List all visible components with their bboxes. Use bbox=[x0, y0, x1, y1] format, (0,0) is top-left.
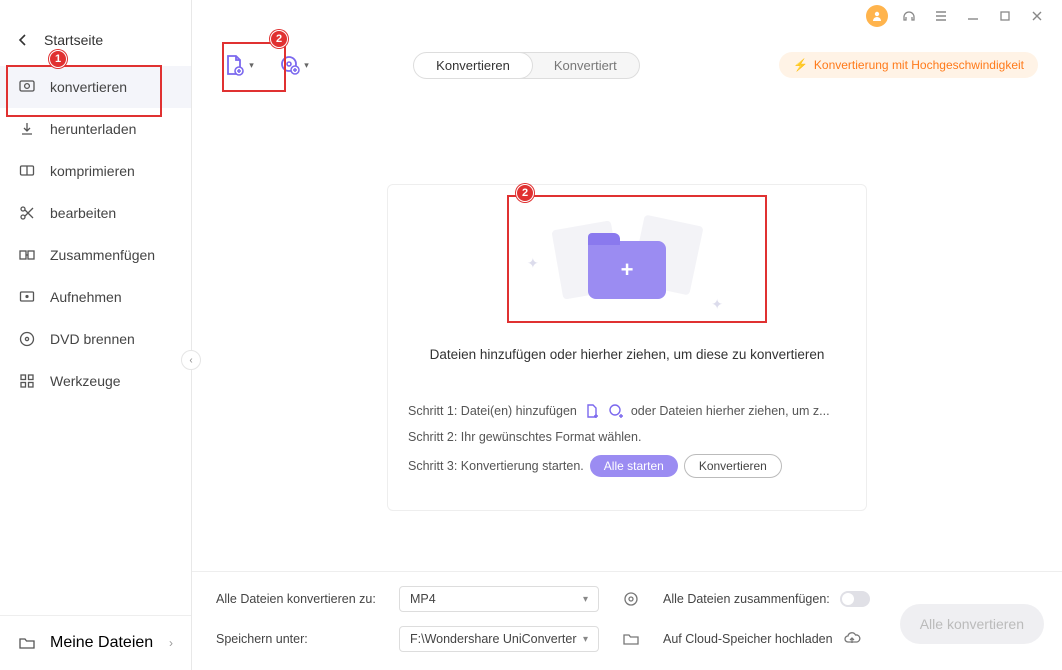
main-panel: ▾ ▾ Konvertieren Konvertiert ⚡ Konvertie… bbox=[192, 0, 1062, 670]
dropzone-text: Dateien hinzufügen oder hierher ziehen, … bbox=[430, 347, 825, 362]
convert-all-to-label: Alle Dateien konvertieren zu: bbox=[216, 592, 391, 606]
convert-all-button[interactable]: Alle konvertieren bbox=[900, 604, 1044, 644]
my-files-label: Meine Dateien bbox=[50, 634, 153, 652]
save-under-label: Speichern unter: bbox=[216, 632, 391, 646]
file-plus-icon bbox=[222, 53, 246, 77]
sidebar-item-download[interactable]: herunterladen bbox=[0, 108, 191, 150]
annotation-badge-3: 2 bbox=[516, 184, 534, 202]
download-icon bbox=[18, 120, 36, 138]
output-format-select[interactable]: MP4 ▾ bbox=[399, 586, 599, 612]
start-all-button[interactable]: Alle starten bbox=[590, 455, 678, 477]
headphones-icon[interactable] bbox=[898, 5, 920, 27]
step-1: Schritt 1: Datei(en) hinzufügen oder Dat… bbox=[408, 402, 846, 420]
disc-icon bbox=[18, 330, 36, 348]
output-format-value: MP4 bbox=[410, 592, 436, 606]
disc-plus-icon bbox=[607, 402, 625, 420]
chevron-down-icon: ▾ bbox=[583, 634, 588, 645]
bottom-bar: Alle Dateien konvertieren zu: MP4 ▾ Alle… bbox=[192, 571, 1062, 670]
step-3: Schritt 3: Konvertierung starten. Alle s… bbox=[408, 454, 846, 478]
sidebar-item-label: konvertieren bbox=[50, 79, 127, 95]
chevron-down-icon: ▾ bbox=[249, 60, 254, 71]
sidebar-item-myfiles[interactable]: Meine Dateien › bbox=[0, 615, 191, 670]
highspeed-label: Konvertierung mit Hochgeschwindigkeit bbox=[814, 58, 1024, 72]
file-plus-icon bbox=[583, 402, 601, 420]
tab-convert[interactable]: Konvertieren bbox=[413, 52, 533, 79]
sidebar-item-convert[interactable]: konvertieren bbox=[0, 66, 191, 108]
chevron-down-icon: ▾ bbox=[583, 594, 588, 605]
menu-icon[interactable] bbox=[930, 5, 952, 27]
highspeed-button[interactable]: ⚡ Konvertierung mit Hochgeschwindigkeit bbox=[779, 52, 1038, 78]
record-icon bbox=[18, 288, 36, 306]
add-url-button[interactable]: ▾ bbox=[274, 46, 314, 84]
sidebar-item-dvd[interactable]: DVD brennen bbox=[0, 318, 191, 360]
add-file-button[interactable]: ▾ bbox=[216, 46, 260, 84]
step-2: Schritt 2: Ihr gewünschtes Format wählen… bbox=[408, 430, 846, 444]
annotation-badge-1: 1 bbox=[49, 50, 67, 68]
grid-icon bbox=[18, 372, 36, 390]
merge-toggle[interactable] bbox=[840, 591, 870, 607]
avatar[interactable] bbox=[866, 5, 888, 27]
sidebar-item-label: Aufnehmen bbox=[50, 289, 122, 305]
sidebar-item-tools[interactable]: Werkzeuge bbox=[0, 360, 191, 402]
dropzone-illustration: ✦ ✦ + bbox=[527, 215, 727, 325]
titlebar bbox=[192, 0, 1062, 32]
tab-converted[interactable]: Konvertiert bbox=[532, 53, 639, 78]
scissors-icon bbox=[18, 204, 36, 222]
dropzone-card: ✦ ✦ + Dateien hinzufügen oder hierher zi… bbox=[387, 184, 867, 511]
back-button[interactable] bbox=[18, 34, 28, 46]
step-3-text: Schritt 3: Konvertierung starten. bbox=[408, 459, 584, 473]
folder-plus-icon: + bbox=[588, 241, 666, 299]
collapse-sidebar-button[interactable]: ‹ bbox=[181, 350, 201, 370]
step-1-prefix: Schritt 1: Datei(en) hinzufügen bbox=[408, 404, 577, 418]
sidebar-item-record[interactable]: Aufnehmen bbox=[0, 276, 191, 318]
save-path-select[interactable]: F:\Wondershare UniConverter ▾ bbox=[399, 626, 599, 652]
sidebar-item-label: komprimieren bbox=[50, 163, 135, 179]
cloud-upload-label: Auf Cloud-Speicher hochladen bbox=[663, 632, 833, 646]
steps-list: Schritt 1: Datei(en) hinzufügen oder Dat… bbox=[388, 388, 866, 510]
convert-button[interactable]: Konvertieren bbox=[684, 454, 782, 478]
chevron-down-icon: ▾ bbox=[304, 60, 309, 71]
compress-icon bbox=[18, 162, 36, 180]
save-path-value: F:\Wondershare UniConverter bbox=[410, 632, 577, 646]
disc-plus-icon bbox=[279, 54, 301, 76]
sidebar-item-label: bearbeiten bbox=[50, 205, 116, 221]
close-button[interactable] bbox=[1026, 5, 1048, 27]
toolbar: ▾ ▾ Konvertieren Konvertiert ⚡ Konvertie… bbox=[192, 32, 1062, 94]
sidebar-item-label: DVD brennen bbox=[50, 331, 135, 347]
tab-toggle: Konvertieren Konvertiert bbox=[413, 52, 640, 79]
folder-open-icon bbox=[18, 634, 36, 652]
open-folder-button[interactable] bbox=[607, 630, 655, 648]
sidebar-item-merge[interactable]: Zusammenfügen bbox=[0, 234, 191, 276]
sidebar: Startseite konvertieren herunterladen ko… bbox=[0, 0, 192, 670]
annotation-badge-2: 2 bbox=[270, 30, 288, 48]
sidebar-title[interactable]: Startseite bbox=[44, 32, 103, 48]
maximize-button[interactable] bbox=[994, 5, 1016, 27]
step-1-suffix: oder Dateien hierher ziehen, um z... bbox=[631, 404, 830, 418]
merge-files-label: Alle Dateien zusammenfügen: bbox=[663, 592, 830, 606]
sidebar-item-label: herunterladen bbox=[50, 121, 136, 137]
sidebar-item-label: Zusammenfügen bbox=[50, 247, 155, 263]
convert-icon bbox=[18, 78, 36, 96]
dropzone[interactable]: ✦ ✦ + Dateien hinzufügen oder hierher zi… bbox=[388, 185, 866, 388]
settings-icon[interactable] bbox=[607, 590, 655, 608]
chevron-right-icon: › bbox=[169, 636, 173, 650]
merge-icon bbox=[18, 246, 36, 264]
cloud-upload-icon[interactable] bbox=[843, 630, 861, 648]
minimize-button[interactable] bbox=[962, 5, 984, 27]
sidebar-item-compress[interactable]: komprimieren bbox=[0, 150, 191, 192]
lightning-icon: ⚡ bbox=[793, 58, 808, 72]
sidebar-item-edit[interactable]: bearbeiten bbox=[0, 192, 191, 234]
content-area: ✦ ✦ + Dateien hinzufügen oder hierher zi… bbox=[192, 94, 1062, 571]
sidebar-item-label: Werkzeuge bbox=[50, 373, 121, 389]
